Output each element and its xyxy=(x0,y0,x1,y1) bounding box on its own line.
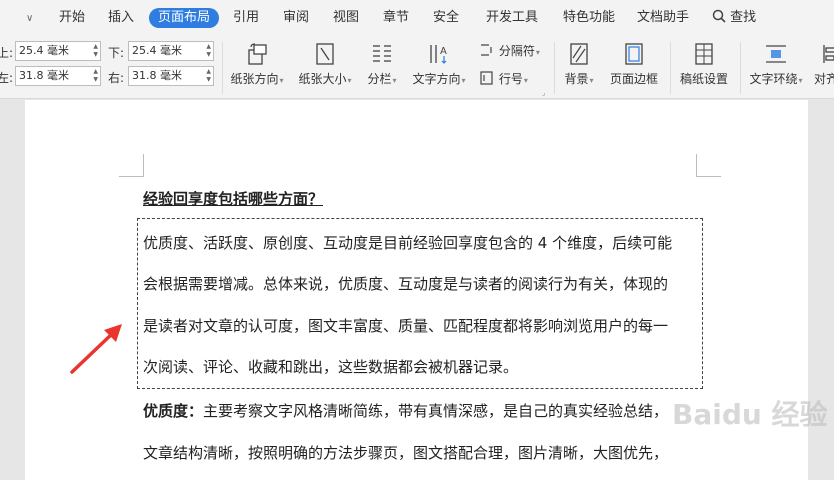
paragraph-line[interactable]: 优质度：主要考察文字风格清晰简练，带有真情深感，是自己的真实经验总结， xyxy=(143,400,668,421)
document-heading[interactable]: 经验回享度包括哪些方面？ xyxy=(143,188,323,209)
dialog-launcher-icon[interactable]: ⌟ xyxy=(542,89,545,97)
margin-bottom-label: 下: xyxy=(108,46,125,60)
align-label: 对齐 xyxy=(814,72,834,86)
separator-icon xyxy=(481,44,492,56)
caret-down-icon: ▾ xyxy=(279,76,284,85)
align-icon xyxy=(823,45,834,63)
margin-left-label: 左: xyxy=(0,71,14,85)
caret-down-icon: ▾ xyxy=(798,76,803,85)
manuscript-settings-button[interactable]: 稿纸设置 xyxy=(678,42,730,87)
ribbon-divider xyxy=(670,42,671,94)
text-wrap-label: 文字环绕 xyxy=(749,72,798,86)
separator-button[interactable]: 分隔符▾ xyxy=(479,42,540,59)
margin-corner-mark xyxy=(119,154,144,177)
tab-home[interactable]: 开始 xyxy=(59,9,85,27)
line-numbers-label: 行号 xyxy=(498,72,523,86)
quote-line[interactable]: 是读者对文章的认可度，图文丰富度、质量、匹配程度都将影响浏览用户的每一 xyxy=(143,315,668,336)
search-button[interactable]: 查找 xyxy=(712,9,756,27)
text-direction-icon: A xyxy=(430,45,447,64)
line-numbers-icon xyxy=(480,71,493,85)
align-button[interactable]: 对齐 xyxy=(814,42,834,87)
paragraph-text: 主要考察文字风格清晰简练，带有真情深感，是自己的真实经验总结， xyxy=(203,402,669,420)
columns-button[interactable]: 分栏▾ xyxy=(364,42,400,87)
columns-icon xyxy=(373,45,391,62)
ribbon-divider xyxy=(222,42,223,94)
text-direction-button[interactable]: A 文字方向▾ xyxy=(410,42,468,87)
text-direction-label: 文字方向 xyxy=(412,72,461,86)
ribbon-divider xyxy=(554,42,555,94)
spin-arrows-icon[interactable]: ▲ ▼ xyxy=(206,68,211,84)
margin-right-value: 31.8 毫米 xyxy=(132,69,182,82)
caret-down-icon: ▾ xyxy=(535,48,540,57)
search-icon xyxy=(712,9,726,23)
margin-left-value: 31.8 毫米 xyxy=(19,69,69,82)
tab-insert[interactable]: 插入 xyxy=(108,9,134,27)
page-border-label: 页面边框 xyxy=(609,72,658,86)
ribbon: 上: 25.4 毫米 ▲ ▼ 下: 25.4 毫米 ▲ ▼ 左: 31.8 毫米 ▲ ▼ 右… xyxy=(0,36,834,99)
tab-review[interactable]: 审阅 xyxy=(283,9,309,27)
paper-size-label: 纸张大小 xyxy=(298,72,347,86)
paper-size-icon xyxy=(316,43,334,65)
text-wrap-button[interactable]: 文字环绕▾ xyxy=(747,42,805,87)
margin-top-value: 25.4 毫米 xyxy=(19,44,69,57)
tab-developer[interactable]: 开发工具 xyxy=(486,9,538,27)
background-button[interactable]: 背景▾ xyxy=(561,42,597,87)
paper-orientation-label: 纸张方向 xyxy=(230,72,279,86)
svg-text:A: A xyxy=(440,46,447,57)
paragraph-bold-term: 优质度： xyxy=(143,402,204,420)
tab-doc-assistant[interactable]: 文档助手 xyxy=(637,9,689,27)
margin-right-label: 右: xyxy=(108,71,125,85)
baidu-watermark: Baidu 经验 xyxy=(672,398,828,431)
tab-security[interactable]: 安全 xyxy=(433,9,459,27)
background-label: 背景 xyxy=(564,72,589,86)
paper-size-button[interactable]: 纸张大小▾ xyxy=(296,42,354,87)
manuscript-grid-icon xyxy=(695,43,713,65)
margin-right-input[interactable]: 31.8 毫米 ▲ ▼ xyxy=(128,66,214,86)
spin-arrows-icon[interactable]: ▲ ▼ xyxy=(93,68,98,84)
line-numbers-button[interactable]: 行号▾ xyxy=(479,70,528,87)
paragraph-line[interactable]: 文章结构清晰，按照明确的方法步骤页，图文搭配合理，图片清晰，大图优先， xyxy=(143,442,668,463)
margin-corner-mark xyxy=(696,154,721,177)
caret-down-icon: ▾ xyxy=(523,76,528,85)
spin-arrows-icon[interactable]: ▲ ▼ xyxy=(206,43,211,59)
spin-arrows-icon[interactable]: ▲ ▼ xyxy=(93,43,98,59)
tab-references[interactable]: 引用 xyxy=(233,9,259,27)
chevron-down-icon[interactable]: ∨ xyxy=(26,10,33,28)
red-arrow-icon xyxy=(70,324,122,374)
menu-bar: ∨ 开始 插入 页面布局 引用 审阅 视图 章节 安全 开发工具 特色功能 文档… xyxy=(0,0,834,36)
margin-left-input[interactable]: 31.8 毫米 ▲ ▼ xyxy=(15,66,101,86)
separator-label: 分隔符 xyxy=(498,44,535,58)
manuscript-settings-label: 稿纸设置 xyxy=(679,72,728,86)
tab-features[interactable]: 特色功能 xyxy=(563,9,615,27)
quote-line[interactable]: 次阅读、评论、收藏和跳出，这些数据都会被机器记录。 xyxy=(143,356,518,377)
quote-line[interactable]: 会根据需要增减。总体来说，优质度、互动度是与读者的阅读行为有关，体现的 xyxy=(143,273,668,294)
ribbon-divider xyxy=(740,42,741,94)
paper-orientation-button[interactable]: 纸张方向▾ xyxy=(228,42,286,87)
tab-section[interactable]: 章节 xyxy=(383,9,409,27)
margin-bottom-value: 25.4 毫米 xyxy=(132,44,182,57)
margin-bottom-input[interactable]: 25.4 毫米 ▲ ▼ xyxy=(128,41,214,61)
caret-down-icon: ▾ xyxy=(347,76,352,85)
paper-orientation-icon xyxy=(248,43,267,65)
caret-down-icon: ▾ xyxy=(392,76,397,85)
tab-page-layout[interactable]: 页面布局 xyxy=(149,8,220,28)
margin-top-input[interactable]: 25.4 毫米 ▲ ▼ xyxy=(15,41,101,61)
tab-view[interactable]: 视图 xyxy=(333,9,359,27)
columns-label: 分栏 xyxy=(367,72,392,86)
margin-top-label: 上: xyxy=(0,46,14,60)
text-wrap-icon xyxy=(766,45,786,63)
page-border-button[interactable]: 页面边框 xyxy=(608,42,660,87)
quote-line[interactable]: 优质度、活跃度、原创度、互动度是目前经验回享度包含的 4 个维度，后续可能 xyxy=(143,232,672,253)
page-border-icon xyxy=(625,43,643,65)
search-label: 查找 xyxy=(730,10,757,25)
caret-down-icon: ▾ xyxy=(461,76,466,85)
caret-down-icon: ▾ xyxy=(589,76,594,85)
background-icon xyxy=(570,43,588,65)
